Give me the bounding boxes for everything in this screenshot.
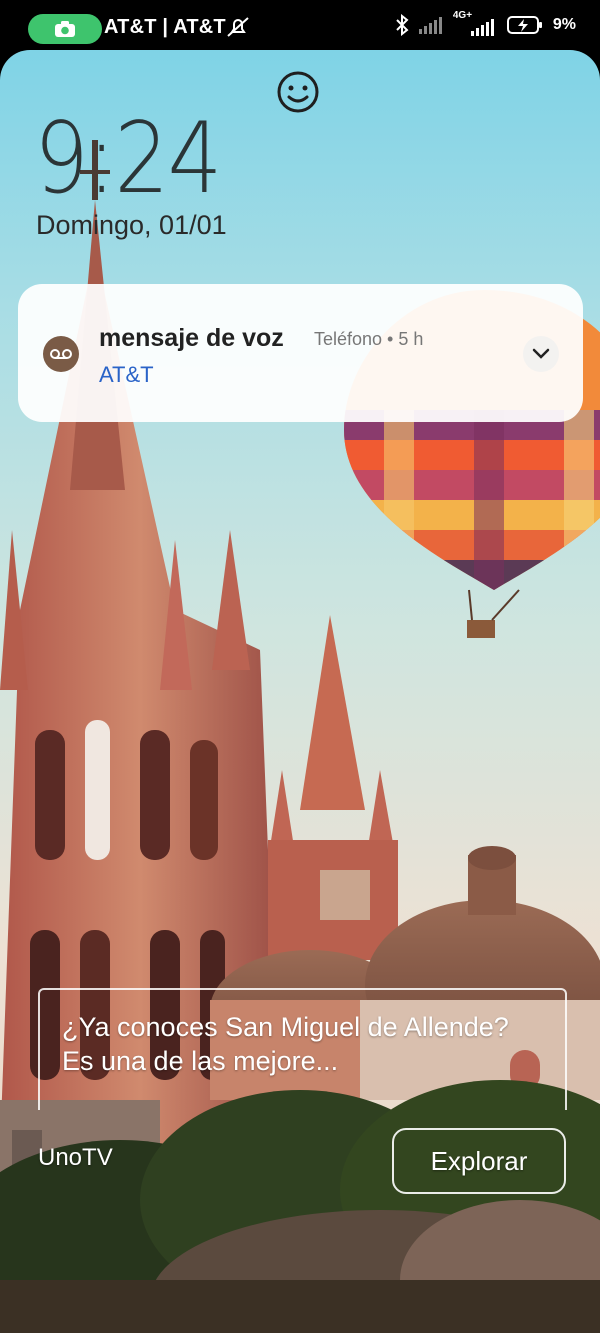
signal-strength-icon xyxy=(470,19,494,36)
camera-icon xyxy=(55,21,75,37)
lock-clock: 9:24 xyxy=(34,102,222,216)
explore-button[interactable]: Explorar xyxy=(392,1128,566,1194)
story-text: ¿Ya conoces San Miguel de Allende? Es un… xyxy=(62,1012,509,1076)
notification-title: mensaje de voz xyxy=(99,324,284,352)
lock-date: Domingo, 01/01 xyxy=(36,210,227,240)
lock-screen: 9:24 Domingo, 01/01 mensaje de voz Teléf… xyxy=(0,50,600,1333)
smiley-icon[interactable] xyxy=(276,70,320,114)
chevron-down-icon xyxy=(532,348,550,359)
network-signal: 4G+ xyxy=(453,10,497,36)
battery-percent: 9% xyxy=(552,16,576,33)
notification-app-meta: Teléfono • 5 h xyxy=(314,329,424,349)
story-source: UnoTV xyxy=(38,1144,113,1171)
carrier-label: AT&T | AT&T xyxy=(104,16,226,38)
status-bar: AT&T | AT&T 4G+ 9% xyxy=(0,0,600,50)
notification-card[interactable]: mensaje de voz Teléfono • 5 h AT&T xyxy=(18,284,583,422)
voicemail-icon xyxy=(43,336,79,372)
expand-notification-button[interactable] xyxy=(523,336,559,372)
notification-body: AT&T xyxy=(99,362,154,387)
mute-icon xyxy=(227,17,249,37)
battery-charging-icon xyxy=(506,16,542,34)
signal-icon xyxy=(418,17,442,34)
bluetooth-icon xyxy=(396,14,409,36)
status-icons: 4G+ 9% xyxy=(395,10,576,36)
screen-record-indicator[interactable] xyxy=(28,14,102,44)
wallpaper-story[interactable]: ¿Ya conoces San Miguel de Allende? Es un… xyxy=(38,988,567,1110)
